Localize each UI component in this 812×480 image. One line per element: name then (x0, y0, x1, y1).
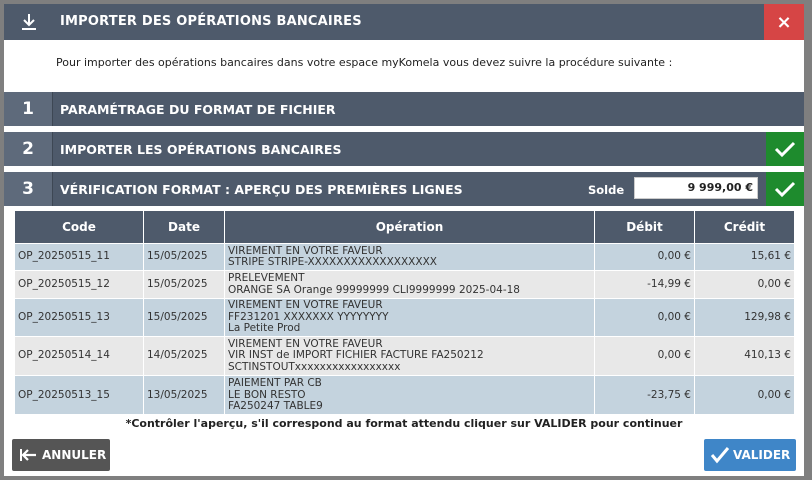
operation-line: PRELEVEMENT (228, 272, 305, 284)
validate-button[interactable]: VALIDER (704, 439, 796, 471)
step-1[interactable]: 1 PARAMÉTRAGE DU FORMAT DE FICHIER (4, 92, 804, 126)
validate-label: VALIDER (733, 448, 791, 462)
operation-line: STRIPE STRIPE-XXXXXXXXXXXXXXXXXX (228, 256, 437, 268)
cell-operation: PRELEVEMENT ORANGE SA Orange 99999999 CLI… (224, 270, 595, 299)
column-header-credit: Crédit (694, 210, 794, 244)
table-row: OP_20250514_14 14/05/2025 VIREMENT EN VO… (14, 336, 794, 376)
arrow-left-icon (20, 448, 38, 462)
cancel-label: ANNULER (42, 448, 107, 462)
modal-header: IMPORTER DES OPÉRATIONS BANCAIRES × (4, 4, 804, 40)
cell-debit: -14,99 € (594, 270, 695, 299)
modal-title: IMPORTER DES OPÉRATIONS BANCAIRES (60, 14, 362, 29)
preview-table: Code Date Opération Débit Crédit OP_2025… (14, 210, 794, 414)
step-2[interactable]: 2 IMPORTER LES OPÉRATIONS BANCAIRES (4, 132, 804, 166)
import-modal: IMPORTER DES OPÉRATIONS BANCAIRES × Pour… (4, 4, 804, 476)
step-title: PARAMÉTRAGE DU FORMAT DE FICHIER (60, 102, 336, 117)
cancel-button[interactable]: ANNULER (12, 439, 110, 471)
cell-code: OP_20250514_14 (14, 336, 144, 376)
cell-operation: VIREMENT EN VOTRE FAVEUR FF231201 XXXXXXX… (224, 298, 595, 337)
step-number: 1 (4, 92, 53, 126)
cell-operation: VIREMENT EN VOTRE FAVEUR VIR INST de IMPO… (224, 336, 595, 376)
cell-credit: 129,98 € (694, 298, 794, 337)
step-title: IMPORTER LES OPÉRATIONS BANCAIRES (60, 142, 342, 157)
cell-credit: 0,00 € (694, 375, 794, 414)
cell-credit: 15,61 € (694, 243, 794, 271)
column-header-operation: Opération (224, 210, 595, 244)
step-number: 3 (4, 172, 53, 206)
close-button[interactable]: × (764, 4, 804, 40)
download-icon (4, 4, 54, 40)
checkmark-icon (766, 172, 804, 206)
table-row: OP_20250513_15 13/05/2025 PAIEMENT PAR C… (14, 375, 794, 414)
column-header-date: Date (143, 210, 225, 244)
column-header-code: Code (14, 210, 144, 244)
intro-text: Pour importer des opérations bancaires d… (56, 56, 673, 69)
step-title: VÉRIFICATION FORMAT : APERÇU DES PREMIÈR… (60, 182, 463, 197)
cell-debit: 0,00 € (594, 243, 695, 271)
cell-debit: 0,00 € (594, 298, 695, 337)
operation-line: La Petite Prod (228, 322, 301, 335)
cell-date: 15/05/2025 (143, 270, 225, 299)
table-header-row: Code Date Opération Débit Crédit (14, 210, 794, 244)
checkmark-icon (766, 132, 804, 166)
solde-input[interactable]: 9 999,00 € (634, 177, 758, 199)
column-header-debit: Débit (594, 210, 695, 244)
checkmark-icon (710, 446, 730, 464)
preview-table-container: Code Date Opération Débit Crédit OP_2025… (14, 210, 794, 414)
cell-operation: PAIEMENT PAR CB LE BON RESTO FA250247 TABL… (224, 375, 595, 414)
cell-debit: 0,00 € (594, 336, 695, 376)
cell-date: 15/05/2025 (143, 243, 225, 271)
operation-line: ORANGE SA Orange 99999999 CLI9999999 202… (228, 283, 520, 296)
cell-operation: VIREMENT EN VOTRE FAVEUR STRIPE STRIPE-XX… (224, 243, 595, 271)
step-number: 2 (4, 132, 53, 166)
cell-credit: 410,13 € (694, 336, 794, 376)
table-row: OP_20250515_11 15/05/2025 VIREMENT EN VO… (14, 243, 794, 271)
cell-code: OP_20250513_15 (14, 375, 144, 414)
cell-code: OP_20250515_13 (14, 298, 144, 337)
table-row: OP_20250515_12 15/05/2025 PRELEVEMENT ORA… (14, 270, 794, 299)
step-3[interactable]: 3 VÉRIFICATION FORMAT : APERÇU DES PREMI… (4, 172, 804, 206)
instruction-note: *Contrôler l'aperçu, s'il correspond au … (125, 417, 683, 430)
cell-date: 14/05/2025 (143, 336, 225, 376)
solde-label: Solde (588, 183, 625, 197)
cell-date: 13/05/2025 (143, 375, 225, 414)
cell-code: OP_20250515_11 (14, 243, 144, 271)
cell-credit: 0,00 € (694, 270, 794, 299)
operation-line: FA250247 TABLE9 (228, 400, 323, 413)
operation-line: SCTINSTOUTxxxxxxxxxxxxxxxxx (228, 360, 401, 373)
cell-debit: -23,75 € (594, 375, 695, 414)
cell-date: 15/05/2025 (143, 298, 225, 337)
cell-code: OP_20250515_12 (14, 270, 144, 299)
table-row: OP_20250515_13 15/05/2025 VIREMENT EN VO… (14, 298, 794, 337)
